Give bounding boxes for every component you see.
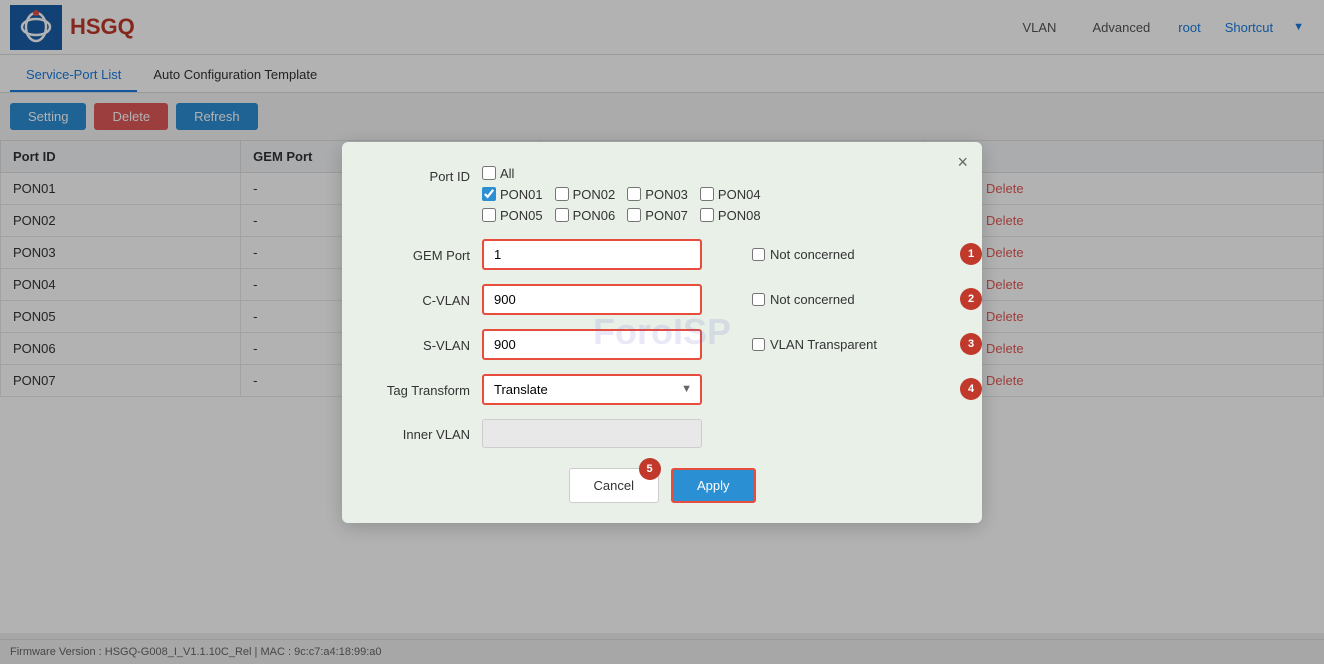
tag-transform-label: Tag Transform (372, 380, 482, 398)
checkbox-all[interactable] (482, 166, 496, 180)
gem-port-label: GEM Port (372, 245, 482, 263)
vlan-transparent-checkbox[interactable] (752, 338, 765, 351)
modal-close-button[interactable]: × (957, 152, 968, 173)
port-item-pon08: PON08 (700, 208, 761, 223)
port-checkboxes: All PON01 PON02 PON03 (482, 166, 761, 223)
cvlan-input-wrap: 2 Not concerned (482, 284, 952, 315)
checkbox-pon06[interactable] (555, 208, 569, 222)
svlan-label: S-VLAN (372, 335, 482, 353)
svlan-input[interactable] (482, 329, 702, 360)
gem-port-input[interactable] (482, 239, 702, 270)
port-row-all: All (482, 166, 761, 181)
not-concerned-2-checkbox[interactable] (752, 293, 765, 306)
step-badge-4: 4 (960, 378, 982, 400)
pon07-label: PON07 (645, 208, 688, 223)
not-concerned-1-checkbox[interactable] (752, 248, 765, 261)
pon01-label: PON01 (500, 187, 543, 202)
vlan-transparent-wrap: VLAN Transparent (752, 337, 877, 352)
checkbox-pon03[interactable] (627, 187, 641, 201)
port-item-pon06: PON06 (555, 208, 616, 223)
cvlan-input[interactable] (482, 284, 702, 315)
step-badge-2: 2 (960, 288, 982, 310)
tag-transform-select-wrap: Translate Add Remove Transparent ▼ (482, 374, 702, 405)
port-item-pon05: PON05 (482, 208, 543, 223)
port-item-pon03: PON03 (627, 187, 688, 202)
pon02-label: PON02 (573, 187, 616, 202)
apply-wrap: 5 Apply (671, 468, 756, 503)
port-id-label: Port ID (372, 166, 482, 184)
tag-transform-input-wrap: Translate Add Remove Transparent ▼ 4 (482, 374, 952, 405)
pon08-label: PON08 (718, 208, 761, 223)
pon04-label: PON04 (718, 187, 761, 202)
gem-port-input-wrap: 1 Not concerned (482, 239, 952, 270)
svlan-row: S-VLAN 3 VLAN Transparent (372, 329, 952, 360)
checkbox-pon05[interactable] (482, 208, 496, 222)
vlan-transparent-label: VLAN Transparent (770, 337, 877, 352)
modal-dialog: × Port ID All PON01 (342, 142, 982, 523)
svlan-input-wrap: 3 VLAN Transparent (482, 329, 952, 360)
port-row-2: PON05 PON06 PON07 PON08 (482, 208, 761, 223)
step-badge-5: 5 (639, 458, 661, 480)
apply-button[interactable]: Apply (671, 468, 756, 503)
modal-footer: Cancel 5 Apply (372, 468, 952, 503)
checkbox-pon01[interactable] (482, 187, 496, 201)
cvlan-label: C-VLAN (372, 290, 482, 308)
port-row-1: PON01 PON02 PON03 PON04 (482, 187, 761, 202)
tag-transform-select[interactable]: Translate Add Remove Transparent (482, 374, 702, 405)
step-badge-1: 1 (960, 243, 982, 265)
gem-port-row: GEM Port 1 Not concerned (372, 239, 952, 270)
checkbox-pon08[interactable] (700, 208, 714, 222)
all-label: All (500, 166, 514, 181)
not-concerned-1-label: Not concerned (770, 247, 855, 262)
checkbox-pon04[interactable] (700, 187, 714, 201)
inner-vlan-input[interactable] (482, 419, 702, 448)
port-id-section: Port ID All PON01 PON02 (372, 166, 952, 223)
pon06-label: PON06 (573, 208, 616, 223)
cvlan-row: C-VLAN 2 Not concerned (372, 284, 952, 315)
checkbox-pon02[interactable] (555, 187, 569, 201)
step-badge-3: 3 (960, 333, 982, 355)
tag-transform-row: Tag Transform Translate Add Remove Trans… (372, 374, 952, 405)
not-concerned-2-wrap: Not concerned (752, 292, 855, 307)
modal-overlay: × Port ID All PON01 (0, 0, 1324, 664)
not-concerned-1-wrap: Not concerned (752, 247, 855, 262)
port-item-pon04: PON04 (700, 187, 761, 202)
inner-vlan-row: Inner VLAN (372, 419, 952, 448)
not-concerned-2-label: Not concerned (770, 292, 855, 307)
port-item-pon07: PON07 (627, 208, 688, 223)
checkbox-pon07[interactable] (627, 208, 641, 222)
pon05-label: PON05 (500, 208, 543, 223)
pon03-label: PON03 (645, 187, 688, 202)
inner-vlan-label: Inner VLAN (372, 424, 482, 442)
port-item-all: All (482, 166, 514, 181)
inner-vlan-input-wrap (482, 419, 952, 448)
port-item-pon01: PON01 (482, 187, 543, 202)
port-item-pon02: PON02 (555, 187, 616, 202)
